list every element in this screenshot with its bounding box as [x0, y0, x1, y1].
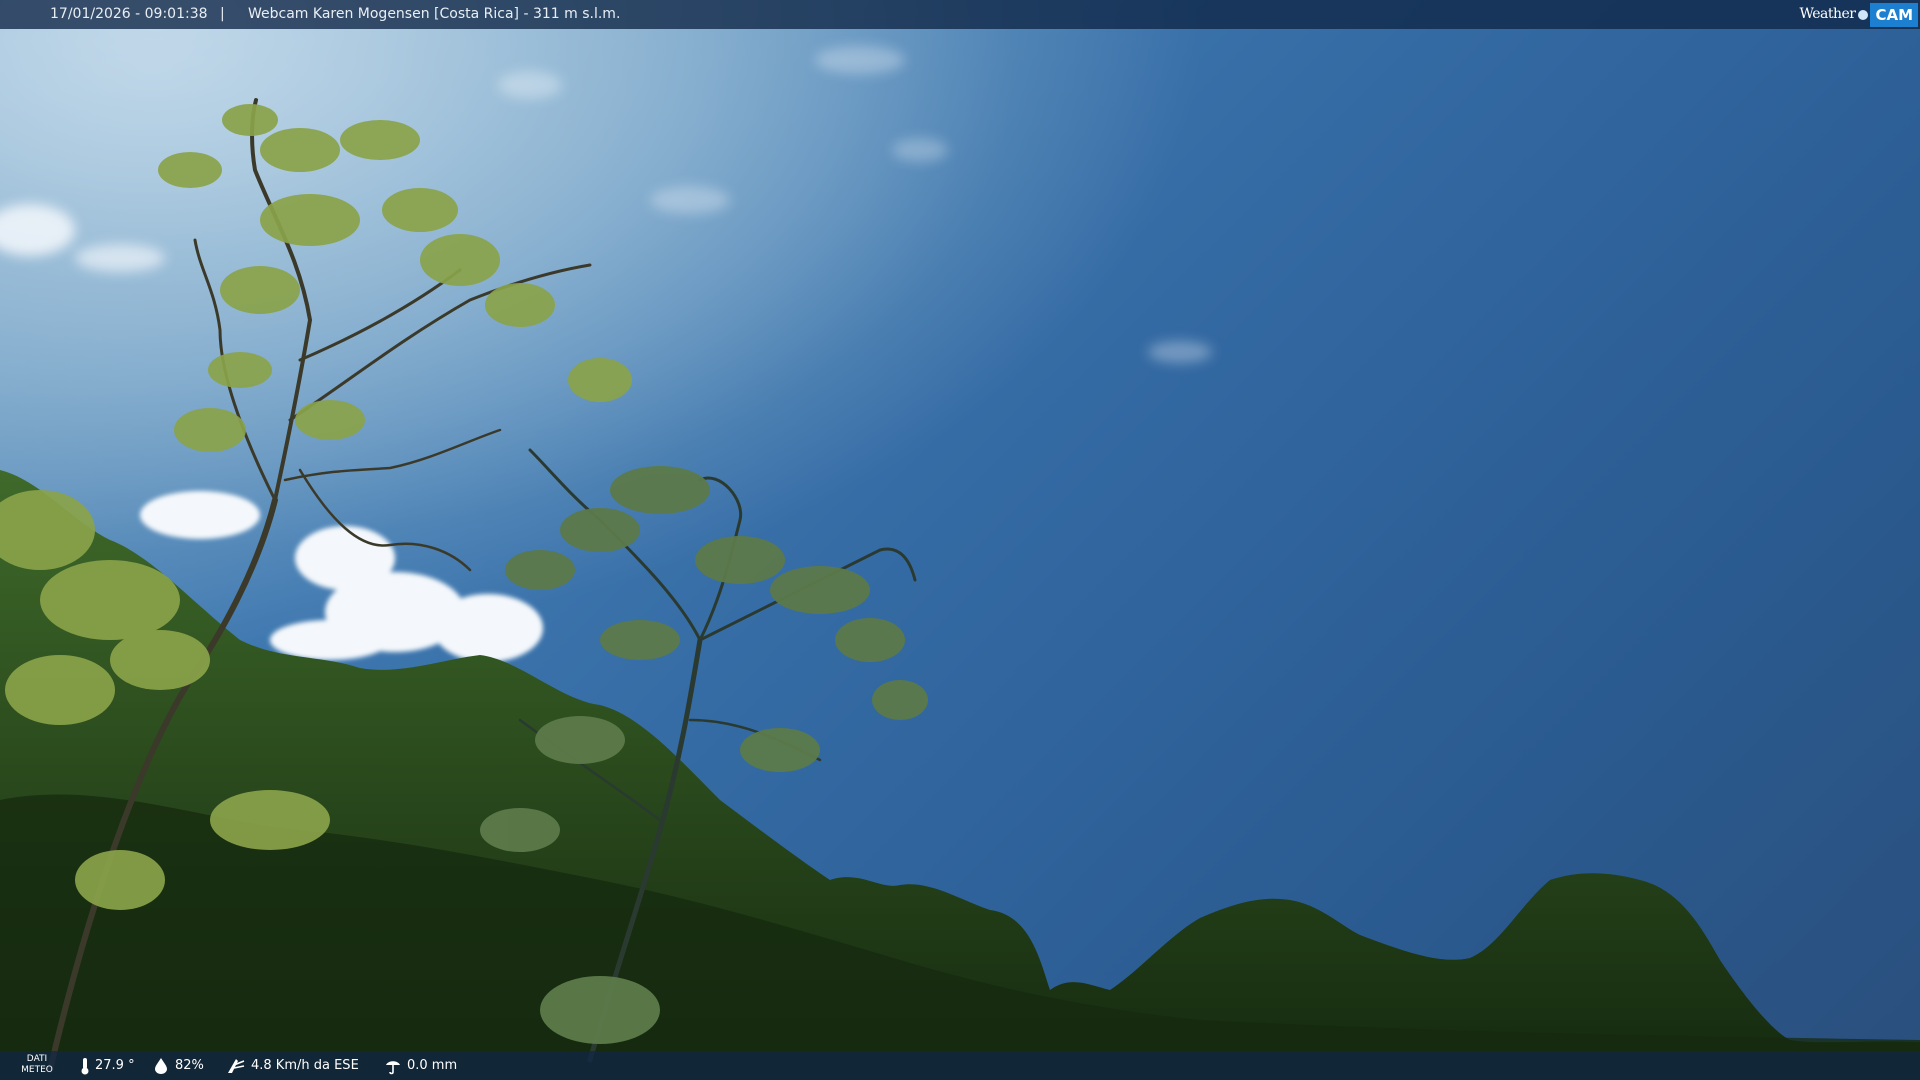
humidity-reading: 82%: [152, 1051, 204, 1080]
humidity-value: 82%: [175, 1058, 204, 1073]
webcam-image: [0, 0, 1920, 1080]
logo-weather-text: Weather: [1799, 6, 1856, 22]
wind-icon: [228, 1058, 245, 1073]
title-separator: |: [220, 6, 225, 22]
weathercam-logo: Weather CAM: [1799, 0, 1920, 29]
weather-data-label-line1: DATI: [26, 1054, 48, 1064]
weather-data-label: DATI METEO: [20, 1054, 54, 1076]
rain-reading: 0.0 mm: [384, 1051, 457, 1080]
timestamp: 17/01/2026 - 09:01:38: [50, 6, 208, 22]
rain-value: 0.0 mm: [407, 1058, 458, 1073]
wind-reading: 4.8 Km/h da ESE: [226, 1051, 359, 1080]
humidity-drop-icon: [155, 1057, 167, 1074]
webcam-frame: 17/01/2026 - 09:01:38 | Webcam Karen Mog…: [0, 0, 1920, 1080]
rain-icon: [386, 1060, 400, 1074]
top-info-bar: 17/01/2026 - 09:01:38 | Webcam Karen Mog…: [0, 0, 1920, 29]
weather-data-label-line2: METEO: [21, 1065, 53, 1075]
webcam-title: Webcam Karen Mogensen [Costa Rica] - 311…: [248, 6, 621, 22]
thermometer-icon: [81, 1057, 89, 1074]
wind-value: 4.8 Km/h da ESE: [251, 1058, 359, 1073]
weather-data-bar: DATI METEO 27.9 ° 82% 4.8 Km/h da ESE 0.…: [0, 1051, 1920, 1080]
logo-dot-icon: [1858, 9, 1869, 20]
temperature-reading: 27.9 °: [80, 1051, 135, 1080]
temperature-value: 27.9 °: [95, 1058, 135, 1073]
logo-cam-text: CAM: [1870, 2, 1918, 27]
